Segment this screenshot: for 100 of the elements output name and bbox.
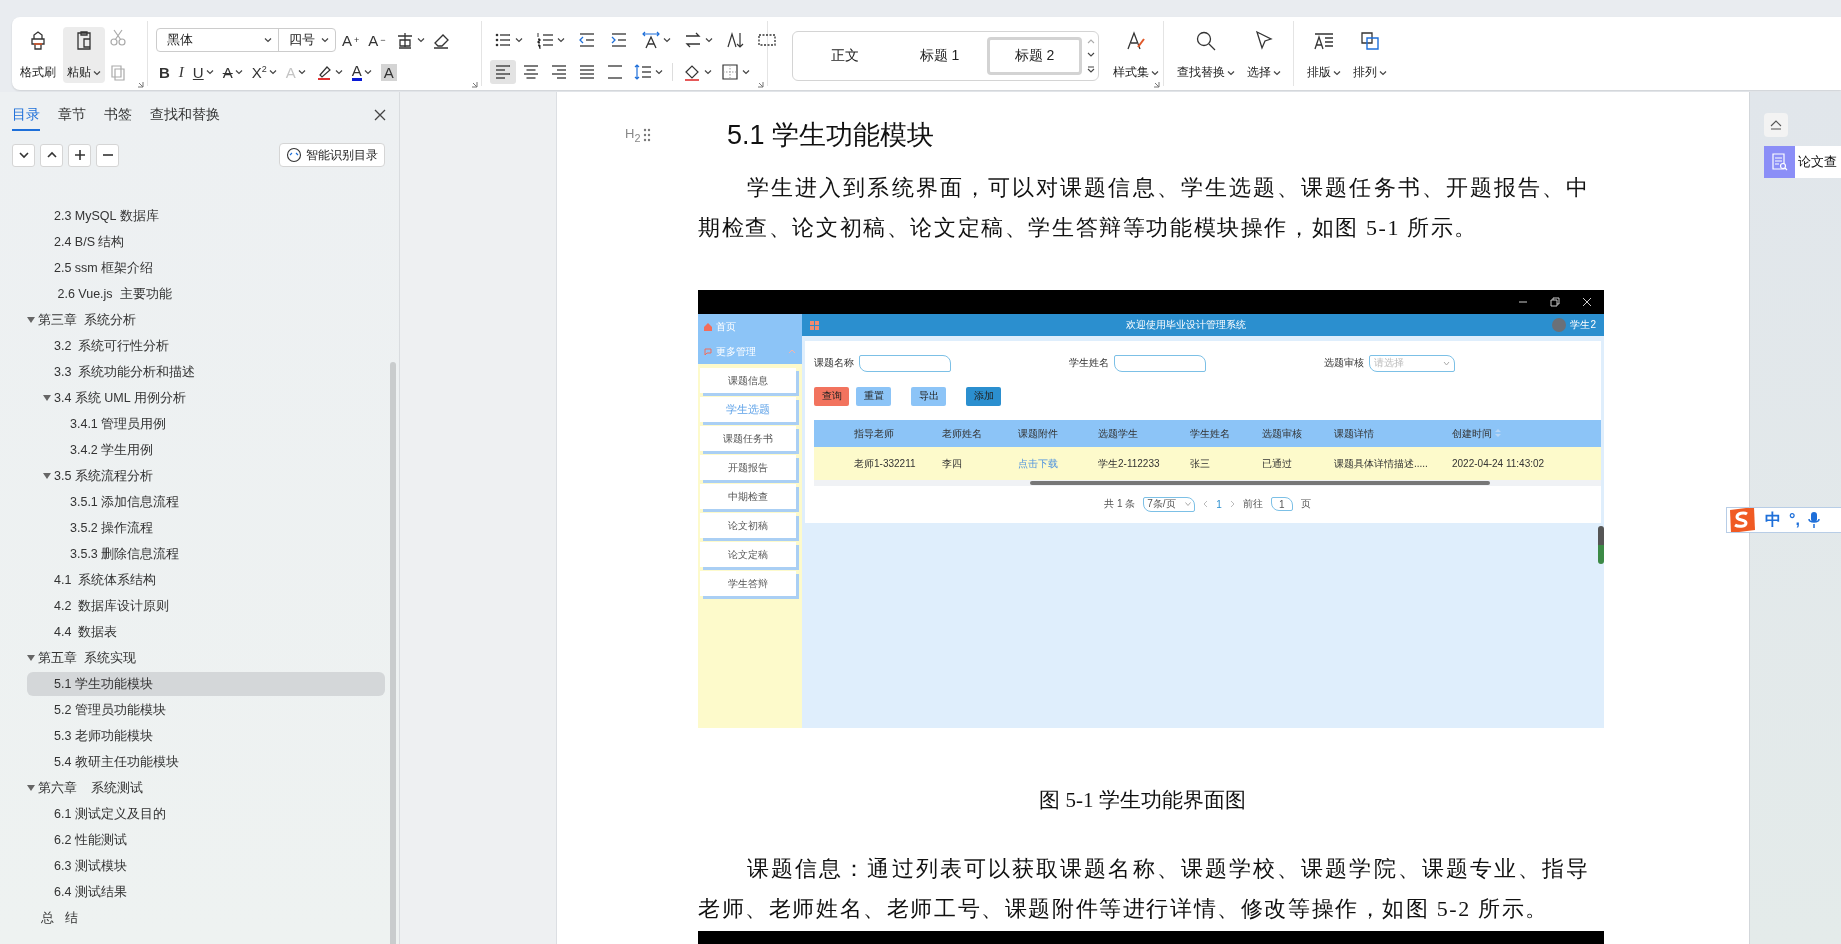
toc-item[interactable]: 4.1 系统体系结构 (27, 568, 385, 592)
scrollbar-thumb[interactable] (1598, 526, 1604, 564)
expand-level-button[interactable] (12, 143, 35, 167)
submenu-item[interactable]: 开题报告 (700, 455, 796, 480)
action-button[interactable]: 导出 (911, 386, 946, 406)
action-button[interactable]: 查询 (814, 386, 849, 406)
disclosure-triangle-icon[interactable] (43, 472, 51, 480)
shrink-font-button[interactable]: A$^{−}$ (365, 28, 389, 52)
style-option[interactable]: 正文 (797, 37, 892, 75)
toc-item[interactable]: 3.3 系统功能分析和描述 (27, 360, 385, 384)
toc-item[interactable]: 5.2 管理员功能模块 (27, 698, 385, 722)
justify-icon (577, 62, 597, 82)
more-styles-icon[interactable] (1087, 66, 1095, 74)
toc-item[interactable]: 第五章 系统实现 (27, 646, 385, 670)
submenu-item[interactable]: 课题任务书 (700, 426, 796, 451)
toc-item[interactable]: 5.1 学生功能模块 (27, 672, 385, 696)
input-field[interactable] (859, 354, 951, 372)
toc-item[interactable]: 3.5.2 操作流程 (27, 516, 385, 540)
action-button[interactable]: 重置 (856, 386, 891, 406)
column-header: 课题详情 (1334, 426, 1375, 441)
smart-toc-button[interactable]: 智能识别目录 (279, 143, 385, 167)
column-header: 指导老师 (854, 426, 895, 441)
toc-item[interactable]: 2.5 ssm 框架介绍 (27, 256, 385, 280)
close-icon[interactable] (373, 108, 387, 122)
toc-item[interactable]: 3.5.3 删除信息流程 (27, 542, 385, 566)
toc-item[interactable]: 3.4.2 学生用例 (27, 438, 385, 462)
layout-button[interactable]: 排版 (1303, 27, 1345, 83)
bold-button[interactable]: B (156, 60, 173, 84)
toc-item[interactable]: 6.2 性能测试 (27, 828, 385, 852)
submenu-item[interactable]: 中期检查 (700, 484, 796, 509)
toc-item[interactable]: 总 结 (27, 906, 385, 930)
launcher-icon[interactable] (471, 81, 478, 88)
cursor-button[interactable]: 选择 (1242, 27, 1285, 83)
submenu-item[interactable]: 课题信息 (700, 368, 796, 393)
format-painter-button[interactable]: 格式刷 (16, 27, 60, 83)
search-button[interactable]: 查找替换 (1172, 27, 1239, 83)
submenu-item[interactable]: 学生答辩 (700, 571, 796, 596)
disclosure-triangle-icon[interactable] (27, 654, 35, 662)
demote-button[interactable] (96, 143, 119, 167)
launcher-icon[interactable] (1153, 81, 1160, 88)
action-button[interactable]: 添加 (966, 386, 1001, 406)
panel-tab[interactable]: 目录 (12, 99, 40, 131)
scrollbar-thumb[interactable] (390, 362, 396, 944)
toc-item[interactable]: 3.2 系统可行性分析 (27, 334, 385, 358)
toc-item[interactable]: 4.4 数据表 (27, 620, 385, 644)
collapse-level-button[interactable] (40, 143, 63, 167)
column-header[interactable]: 创建时间 (1452, 426, 1601, 441)
toc-item[interactable]: 3.5 系统流程分析 (27, 464, 385, 488)
launcher-icon[interactable] (757, 81, 764, 88)
style-set-button[interactable]: 样式集 (1109, 27, 1163, 83)
italic-button[interactable]: I (175, 60, 187, 84)
toc-item[interactable]: 2.4 B/S 结构 (27, 230, 385, 254)
superscript-button[interactable]: X$^{2}$ (248, 60, 280, 84)
panel-tab[interactable]: 章节 (58, 99, 86, 131)
toc-item[interactable]: 3.4 系统 UML 用例分析 (27, 386, 385, 410)
panel-tab[interactable]: 查找和替换 (150, 99, 220, 131)
toc-item[interactable]: 5.4 教研主任功能模块 (27, 750, 385, 774)
drag-handle-icon[interactable] (643, 128, 651, 142)
page-size-select[interactable]: 7条/页 (1143, 496, 1196, 512)
plagiarism-check-tab[interactable]: 论文查 (1764, 146, 1841, 178)
toc-item[interactable]: 第六章 系统测试 (27, 776, 385, 800)
style-option[interactable]: 标题 1 (892, 37, 987, 75)
toc-item[interactable]: 6.4 测试结果 (27, 880, 385, 904)
toc-item[interactable]: 2.3 MySQL 数据库 (27, 204, 385, 228)
toc-item[interactable]: 2.6 Vue.js 主要功能 (27, 282, 385, 306)
field-label: 选题审核 (1324, 356, 1364, 370)
style-option[interactable]: 标题 2 (987, 37, 1082, 75)
toc-item[interactable]: 5.3 老师功能模块 (27, 724, 385, 748)
promote-button[interactable] (68, 143, 91, 167)
grow-font-button[interactable]: A$^{+}$ (339, 28, 363, 52)
paste-button[interactable]: 粘贴 (63, 27, 105, 83)
launcher-icon[interactable] (137, 81, 144, 88)
disclosure-triangle-icon[interactable] (27, 784, 35, 792)
arrange-button[interactable]: 排列 (1349, 27, 1391, 83)
underline-button[interactable]: U (189, 60, 217, 84)
panel-tab[interactable]: 书签 (104, 99, 132, 131)
caret-icon (1151, 69, 1159, 76)
submenu-item[interactable]: 论文定稿 (700, 542, 796, 567)
toc-item[interactable]: 3.4.1 管理员用例 (27, 412, 385, 436)
scroll-up-icon[interactable] (1087, 38, 1095, 44)
page-number[interactable]: 1 (1216, 498, 1222, 510)
toc-item[interactable]: 6.3 测试模块 (27, 854, 385, 878)
disclosure-triangle-icon[interactable] (43, 394, 51, 402)
page-input[interactable]: 1 (1270, 497, 1293, 511)
align-left-button[interactable] (490, 60, 516, 84)
collapse-button[interactable] (1764, 113, 1788, 137)
toc-item[interactable]: 3.5.1 添加信息流程 (27, 490, 385, 514)
toc-item[interactable]: 4.2 数据库设计原则 (27, 594, 385, 618)
line-spacing-icon (633, 62, 653, 82)
toc-item[interactable]: 第三章 系统分析 (27, 308, 385, 332)
color-button[interactable]: A (348, 60, 375, 84)
scrollbar-thumb[interactable] (1030, 481, 1490, 485)
disclosure-triangle-icon[interactable] (27, 316, 35, 324)
input-field[interactable] (1114, 354, 1206, 372)
submenu-item[interactable]: 论文初稿 (700, 513, 796, 538)
scissors-icon[interactable] (108, 27, 128, 47)
scroll-down-icon[interactable] (1087, 52, 1095, 58)
restore-icon[interactable] (1550, 297, 1560, 307)
toc-item[interactable]: 6.1 测试定义及目的 (27, 802, 385, 826)
strike-button[interactable]: A (219, 60, 246, 84)
